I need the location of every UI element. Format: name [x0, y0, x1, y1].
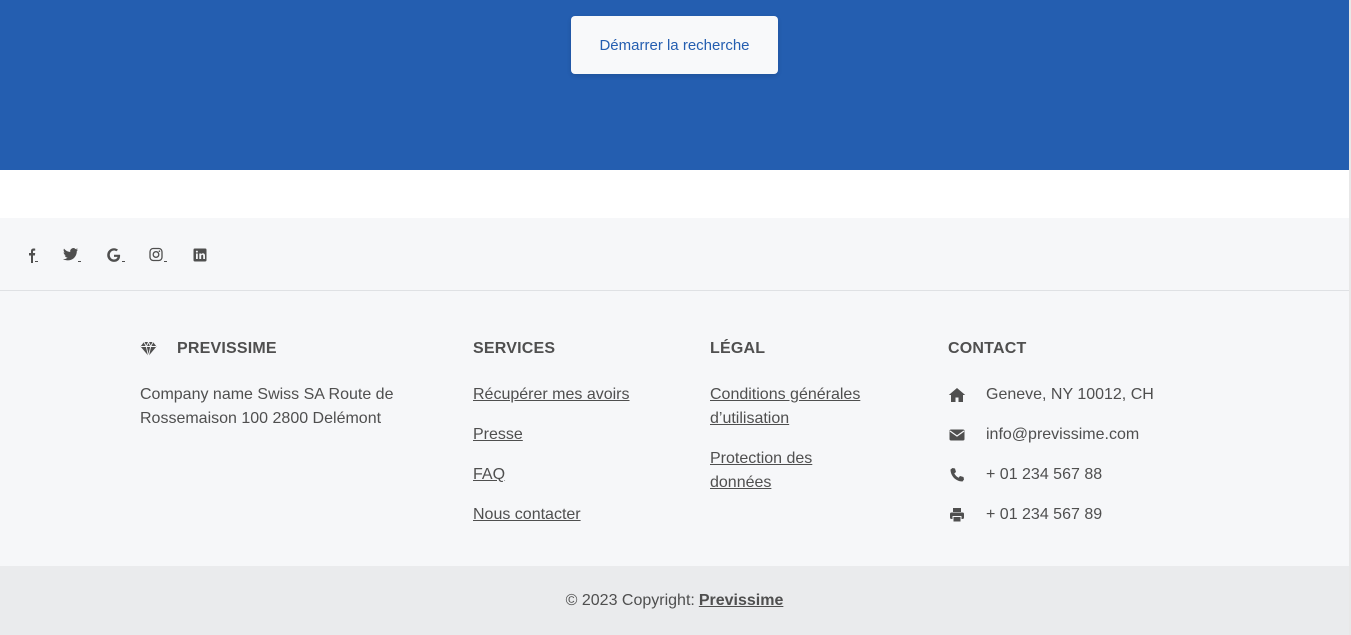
brand-heading: PREVISSIME	[140, 340, 277, 358]
instagram-icon	[149, 247, 167, 262]
link-faq[interactable]: FAQ	[473, 463, 505, 487]
linkedin-icon	[193, 248, 207, 262]
home-icon	[948, 386, 966, 404]
hero-banner: Démarrer la recherche	[0, 0, 1349, 170]
start-search-button[interactable]: Démarrer la recherche	[571, 16, 778, 74]
instagram-link[interactable]	[146, 244, 170, 266]
link-nous-contacter[interactable]: Nous contacter	[473, 503, 581, 527]
services-heading: SERVICES	[473, 340, 556, 357]
copyright-text: © 2023 Copyright:	[565, 591, 695, 609]
phone-icon	[948, 466, 966, 484]
google-icon	[107, 248, 125, 262]
contact-heading: CONTACT	[948, 340, 1027, 357]
company-address: Company name Swiss SA Route de Rossemais…	[140, 386, 394, 427]
envelope-icon	[948, 426, 966, 444]
twitter-link[interactable]	[60, 244, 84, 266]
contact-address-text: Geneve, NY 10012, CH	[986, 386, 1154, 403]
link-conditions-generales[interactable]: Conditions générales d’utilisation	[710, 383, 885, 431]
link-presse[interactable]: Presse	[473, 423, 523, 447]
contact-email-text: info@previssime.com	[986, 426, 1140, 443]
google-link[interactable]	[104, 244, 128, 266]
gem-icon	[140, 341, 157, 357]
contact-phone-text: + 01 234 567 88	[986, 466, 1103, 483]
legal-heading: LÉGAL	[710, 340, 766, 357]
facebook-link[interactable]	[20, 244, 44, 266]
twitter-icon	[63, 248, 81, 262]
copyright-bar: © 2023 Copyright: Previssime	[0, 566, 1349, 635]
printer-icon	[948, 506, 966, 524]
copyright-link[interactable]: Previssime	[699, 592, 784, 610]
contact-fax-text: + 01 234 567 89	[986, 506, 1103, 523]
contact-email: info@previssime.com	[948, 423, 1139, 447]
brand-name: PREVISSIME	[177, 340, 277, 357]
link-recuperer-avoirs[interactable]: Récupérer mes avoirs	[473, 383, 630, 407]
contact-fax: + 01 234 567 89	[948, 503, 1102, 527]
contact-address: Geneve, NY 10012, CH	[948, 383, 1154, 407]
contact-phone: + 01 234 567 88	[948, 463, 1102, 487]
link-protection-donnees[interactable]: Protection des données	[710, 447, 870, 495]
facebook-icon	[29, 248, 38, 263]
linkedin-link[interactable]	[188, 244, 212, 266]
